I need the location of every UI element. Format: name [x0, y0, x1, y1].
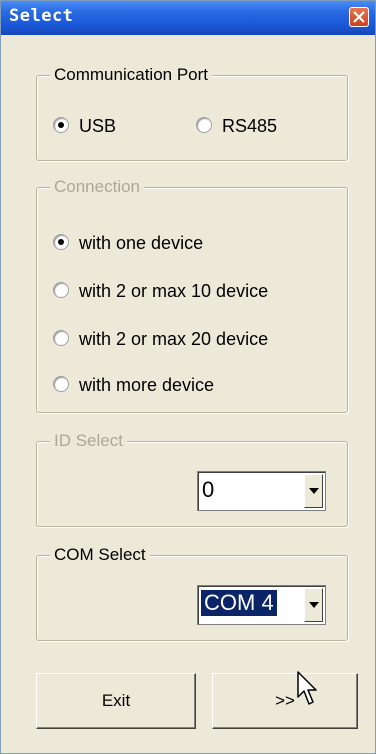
radio-more-device-label: with more device [79, 375, 215, 395]
radio-max-20-device-indicator[interactable] [53, 330, 69, 346]
radio-max-20-device-label: with 2 or max 20 device [79, 329, 269, 349]
com-select-dropdown[interactable]: COM 4 [197, 585, 326, 625]
close-icon[interactable] [349, 7, 369, 27]
com-select-legend: COM Select [50, 545, 150, 565]
radio-rs485-label: RS485 [222, 116, 278, 136]
next-button[interactable]: >> [212, 673, 358, 729]
radio-usb-label: USB [79, 116, 117, 136]
communication-port-legend: Communication Port [50, 65, 213, 85]
radio-rs485-indicator[interactable] [196, 117, 212, 133]
radio-max-10-device-indicator[interactable] [53, 282, 69, 298]
select-dialog: Select Communication Port USB RS485 Conn… [0, 0, 376, 754]
id-select-legend: ID Select [50, 431, 127, 451]
connection-group: Connection with one device with 2 or max… [36, 177, 348, 413]
next-button-label: >> [275, 691, 295, 710]
window-title: Select [9, 6, 74, 26]
id-select-group: ID Select 0 [36, 431, 348, 527]
id-select-dropdown[interactable]: 0 [197, 471, 326, 511]
com-select-group: COM Select COM 4 [36, 545, 348, 641]
communication-port-group: Communication Port USB RS485 [36, 65, 348, 161]
exit-button-label: Exit [101, 691, 131, 710]
connection-legend: Connection [50, 177, 145, 197]
chevron-down-icon[interactable] [304, 474, 323, 508]
com-select-value: COM 4 [201, 590, 277, 616]
chevron-down-icon[interactable] [304, 588, 323, 622]
title-bar[interactable]: Select [1, 1, 375, 35]
radio-one-device-label: with one device [79, 233, 204, 253]
exit-button[interactable]: Exit [36, 673, 196, 729]
mouse-cursor-icon [297, 671, 317, 705]
radio-usb-indicator[interactable] [53, 117, 69, 133]
radio-max-10-device-label: with 2 or max 10 device [79, 281, 269, 301]
id-select-value: 0 [202, 477, 215, 502]
radio-more-device-indicator[interactable] [53, 376, 69, 392]
radio-one-device-indicator[interactable] [53, 234, 69, 250]
